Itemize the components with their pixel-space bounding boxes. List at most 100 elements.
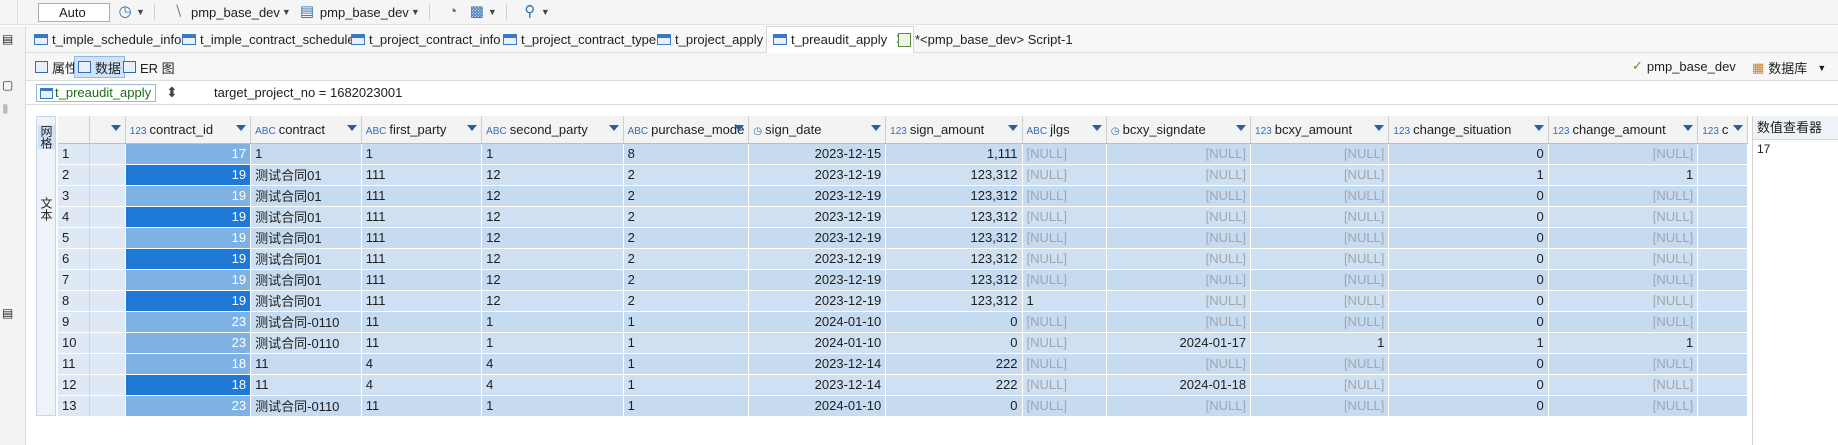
table-row[interactable]: 7 19 测试合同01 111 12 2 2023-12-19 123,312 [NULL] [N… — [58, 269, 1748, 291]
table-cell[interactable]: 12 — [481, 227, 624, 249]
table-cell[interactable]: 19 — [125, 164, 252, 186]
table-cell[interactable]: 12 — [481, 248, 624, 270]
table-cell[interactable]: 222 — [885, 374, 1023, 396]
row-selector[interactable] — [89, 206, 126, 228]
table-cell[interactable] — [1697, 143, 1748, 165]
table-cell[interactable]: 1 — [250, 143, 362, 165]
table-cell[interactable]: 2024-01-17 — [1106, 332, 1252, 354]
table-row[interactable]: 2 19 测试合同01 111 12 2 2023-12-19 123,312 [NULL] [N… — [58, 164, 1748, 186]
table-cell[interactable]: 2 — [623, 164, 750, 186]
table-cell[interactable]: 2 — [623, 206, 750, 228]
active-datasource[interactable]: pmp_base_dev — [191, 5, 280, 20]
table-cell[interactable]: 111 — [361, 248, 483, 270]
sort-chevron-icon[interactable] — [236, 125, 247, 131]
table-cell[interactable] — [1697, 374, 1748, 396]
table-cell[interactable]: 19 — [125, 290, 252, 312]
table-cell[interactable]: 2023-12-19 — [748, 248, 887, 270]
filter-input[interactable]: target_project_no = 1682023001 — [214, 85, 402, 100]
row-number[interactable]: 13 — [58, 395, 91, 417]
table-cell[interactable]: 1 — [623, 353, 750, 375]
sort-chevron-icon[interactable] — [608, 125, 619, 131]
table-cell[interactable]: 2024-01-10 — [748, 332, 887, 354]
table-row[interactable]: 3 19 测试合同01 111 12 2 2023-12-19 123,312 [NULL] [N… — [58, 185, 1748, 207]
table-cell[interactable]: 111 — [361, 227, 483, 249]
table-cell[interactable]: 1 — [361, 143, 483, 165]
table-cell[interactable]: [NULL] — [1250, 374, 1390, 396]
row-selector[interactable] — [89, 311, 126, 333]
table-cell[interactable]: [NULL] — [1106, 164, 1252, 186]
table-cell[interactable]: [NULL] — [1250, 143, 1390, 165]
table-cell[interactable] — [1697, 248, 1748, 270]
table-cell[interactable]: 4 — [481, 374, 624, 396]
table-cell[interactable]: 8 — [623, 143, 750, 165]
grid-view-tab[interactable]: 网格 — [38, 125, 55, 149]
table-cell[interactable]: 0 — [1388, 290, 1549, 312]
table-cell[interactable]: 19 — [125, 269, 252, 291]
row-selector[interactable] — [89, 164, 126, 186]
table-cell[interactable]: [NULL] — [1022, 206, 1107, 228]
tab-t-project-contract-info[interactable]: t_project_contract_info — [351, 26, 501, 53]
table-cell[interactable]: [NULL] — [1022, 374, 1107, 396]
table-cell[interactable]: 2024-01-10 — [748, 311, 887, 333]
column-header[interactable]: ABC first_party — [361, 116, 483, 144]
tab-t-project-apply[interactable]: t_project_apply — [657, 26, 763, 53]
table-cell[interactable]: 4 — [361, 353, 483, 375]
table-cell[interactable]: 1 — [1548, 164, 1699, 186]
table-cell[interactable]: [NULL] — [1022, 164, 1107, 186]
table-cell[interactable]: 2023-12-19 — [748, 269, 887, 291]
table-cell[interactable]: [NULL] — [1022, 395, 1107, 417]
table-cell[interactable]: 19 — [125, 248, 252, 270]
table-cell[interactable]: [NULL] — [1250, 290, 1390, 312]
sort-chevron-icon[interactable] — [1374, 125, 1385, 131]
column-header[interactable]: ◷ sign_date — [748, 116, 887, 144]
table-cell[interactable]: [NULL] — [1106, 227, 1252, 249]
table-cell[interactable]: 123,312 — [885, 227, 1023, 249]
row-number[interactable]: 3 — [58, 185, 91, 207]
sort-chevron-icon[interactable] — [346, 125, 357, 131]
table-cell[interactable]: [NULL] — [1022, 248, 1107, 270]
table-row[interactable]: 1 17 1 1 1 8 2023-12-15 1,111 [NULL] [NULL] [NULL]… — [58, 143, 1748, 165]
expand-icon[interactable]: ⬍ — [166, 84, 178, 101]
tab-t-imple-schedule-info[interactable]: t_imple_schedule_info — [34, 26, 181, 53]
table-cell[interactable] — [1697, 164, 1748, 186]
table-row[interactable]: 13 23 测试合同-0110 11 1 1 2024-01-10 0 [NULL] [NULL]… — [58, 395, 1748, 417]
table-cell[interactable]: 123,312 — [885, 290, 1023, 312]
table-cell[interactable]: 1 — [623, 332, 750, 354]
table-cell[interactable] — [1697, 395, 1748, 417]
table-cell[interactable]: [NULL] — [1548, 353, 1699, 375]
table-cell[interactable]: 0 — [1388, 311, 1549, 333]
minimize-icon[interactable]: ▤ — [2, 32, 13, 46]
sort-chevron-icon[interactable] — [734, 125, 745, 131]
column-header[interactable]: 123 change_amount — [1548, 116, 1699, 144]
table-cell[interactable]: [NULL] — [1548, 395, 1699, 417]
table-cell[interactable] — [1697, 311, 1748, 333]
table-cell[interactable] — [1697, 185, 1748, 207]
table-cell[interactable]: [NULL] — [1548, 227, 1699, 249]
table-cell[interactable]: 4 — [361, 374, 483, 396]
column-header[interactable]: ABC purchase_mode — [623, 116, 750, 144]
dashboard-icon[interactable]: ◔ — [444, 3, 462, 21]
table-cell[interactable]: 0 — [1388, 353, 1549, 375]
table-cell[interactable]: 1 — [623, 374, 750, 396]
table-cell[interactable]: 2023-12-14 — [748, 353, 887, 375]
column-header[interactable]: 123 bcxy_amount — [1250, 116, 1390, 144]
table-cell[interactable]: 测试合同01 — [250, 269, 362, 291]
table-cell[interactable]: 测试合同01 — [250, 206, 362, 228]
text-view-tab[interactable]: 文本 — [38, 197, 55, 221]
chevron-down-icon[interactable]: ▼ — [411, 7, 421, 17]
table-cell[interactable]: 11 — [250, 353, 362, 375]
column-header[interactable]: 123 c — [1697, 116, 1748, 144]
table-cell[interactable]: 1 — [1548, 332, 1699, 354]
table-cell[interactable]: [NULL] — [1548, 206, 1699, 228]
table-cell[interactable]: [NULL] — [1022, 311, 1107, 333]
sort-chevron-icon[interactable] — [1683, 125, 1694, 131]
table-cell[interactable]: 111 — [361, 185, 483, 207]
table-cell[interactable]: 1 — [481, 143, 624, 165]
table-row[interactable]: 12 18 11 4 4 1 2023-12-14 222 [NULL] 2024-01-18 [N… — [58, 374, 1748, 396]
table-cell[interactable]: 测试合同01 — [250, 227, 362, 249]
table-cell[interactable]: 1 — [1250, 332, 1390, 354]
table-cell[interactable]: 2 — [623, 185, 750, 207]
table-cell[interactable] — [1697, 290, 1748, 312]
row-selector[interactable] — [89, 143, 126, 165]
row-selector[interactable] — [89, 353, 126, 375]
